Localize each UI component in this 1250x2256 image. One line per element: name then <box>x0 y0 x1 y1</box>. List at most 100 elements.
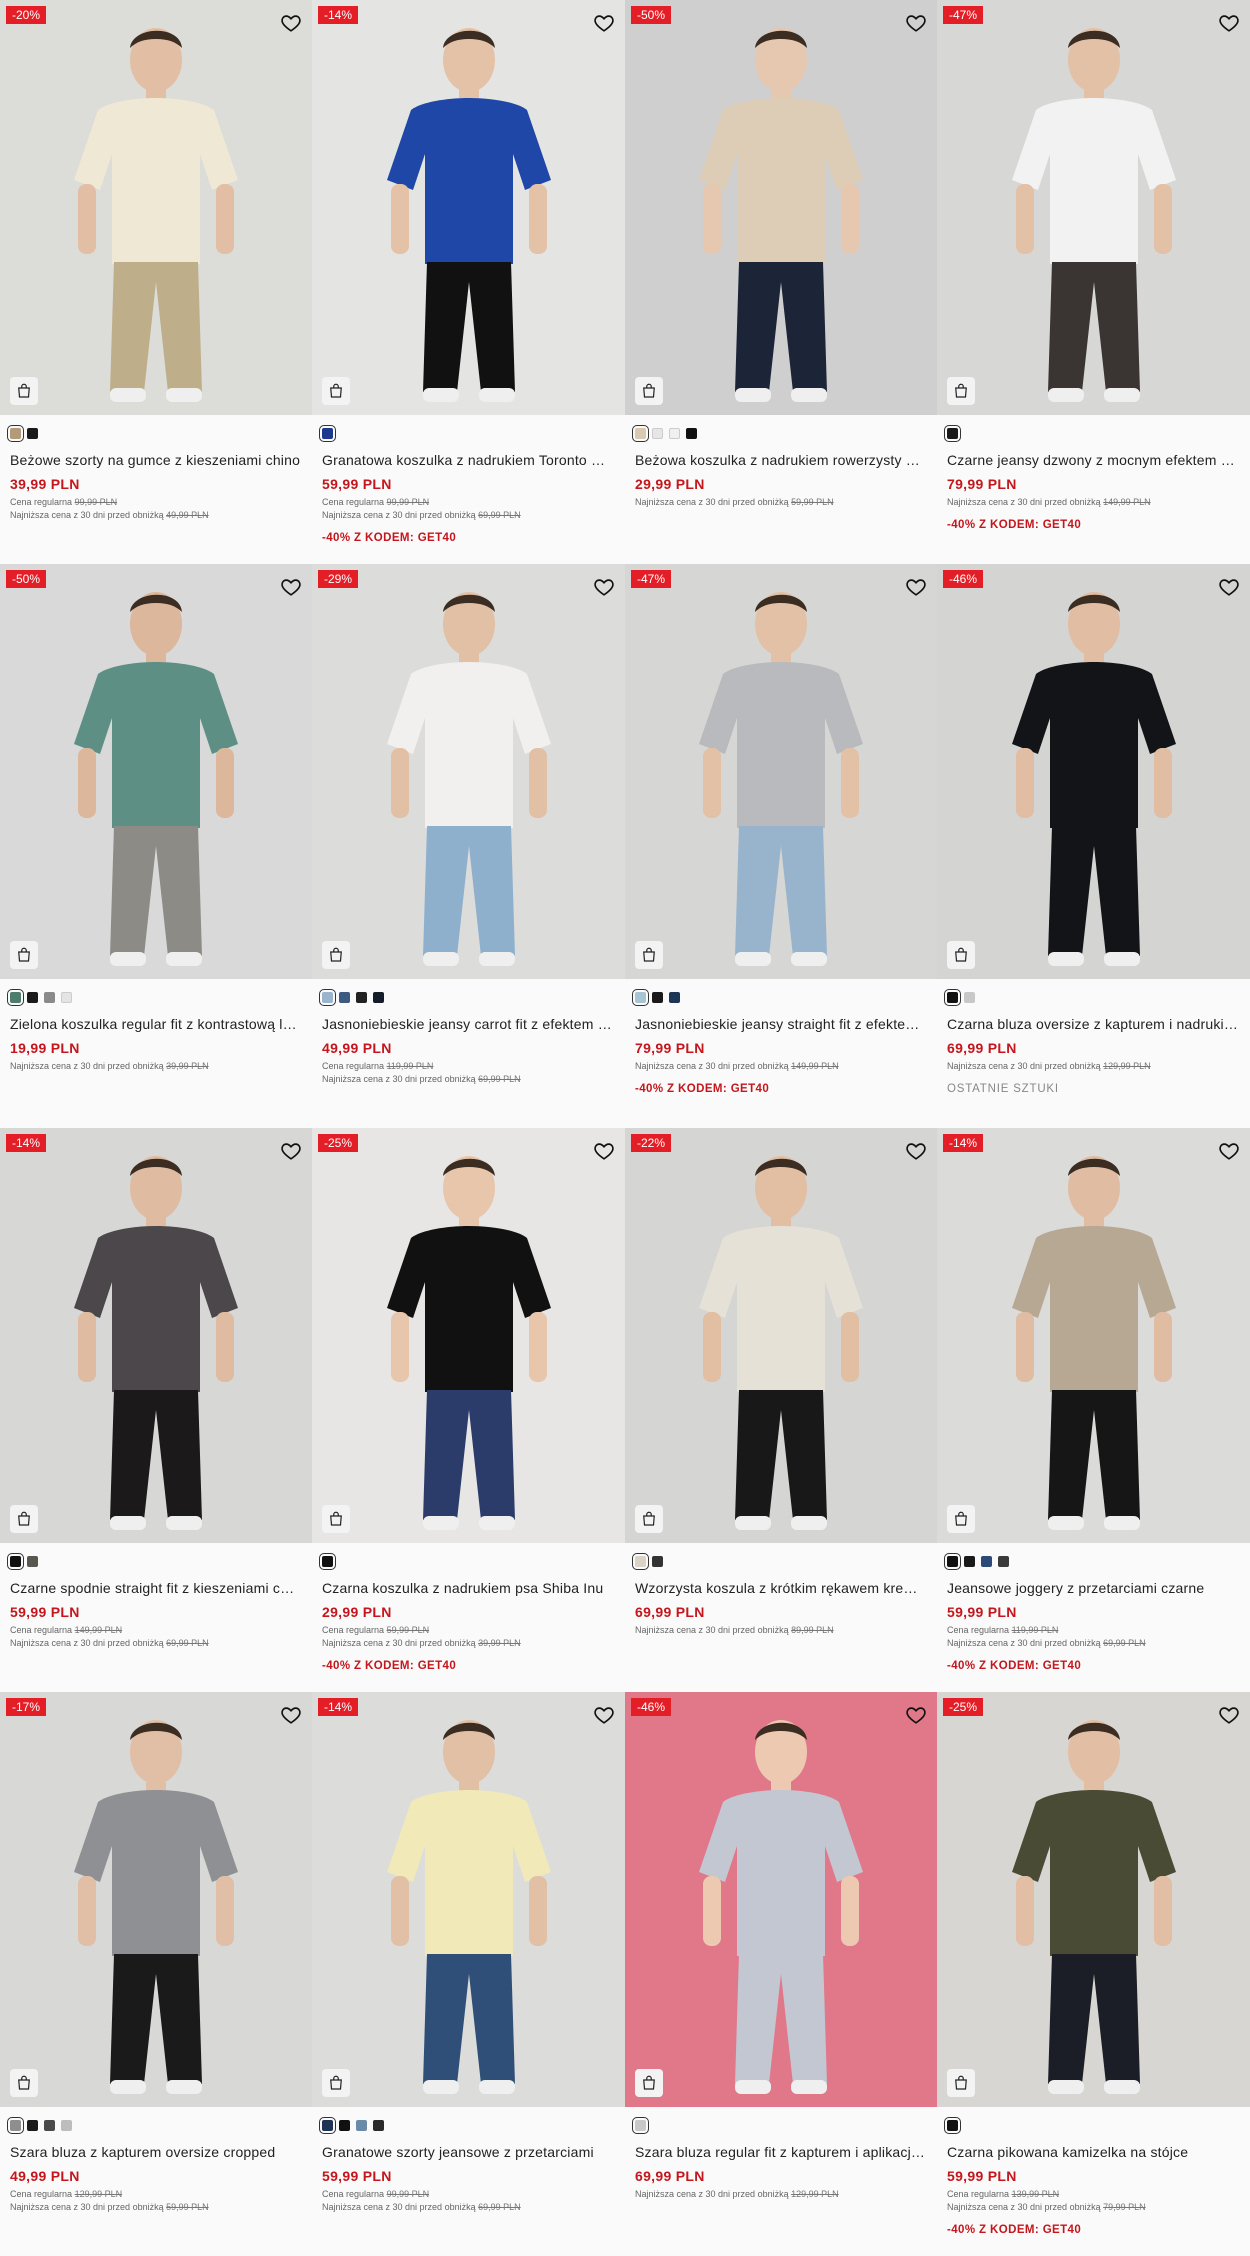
heart-icon[interactable] <box>280 12 302 34</box>
color-swatch[interactable] <box>27 1555 38 1567</box>
color-swatch[interactable] <box>356 991 367 1003</box>
heart-icon[interactable] <box>1218 1140 1240 1162</box>
product-image[interactable]: -46% <box>625 1692 937 2107</box>
product-card[interactable]: -47% Czarne jeansy dzwony z mocnym efekte… <box>937 0 1250 564</box>
product-title[interactable]: Szara bluza z kapturem oversize cropped <box>10 2143 302 2161</box>
product-card[interactable]: -14% Granatowe szorty jeansowe z przetarc… <box>312 1692 625 2256</box>
product-title[interactable]: Beżowa koszulka z nadrukiem rowerzysty n… <box>635 451 927 469</box>
heart-icon[interactable] <box>1218 12 1240 34</box>
product-card[interactable]: -29% Jasnoniebieskie jeansy carrot fit z … <box>312 564 625 1128</box>
shopping-bag-icon[interactable] <box>10 377 38 405</box>
shopping-bag-icon[interactable] <box>947 2069 975 2097</box>
color-swatch[interactable] <box>339 991 350 1003</box>
product-card[interactable]: -20% Beżowe szorty na gumce z kieszeniami… <box>0 0 312 564</box>
product-image[interactable]: -25% <box>312 1128 625 1543</box>
color-swatch[interactable] <box>319 1552 336 1570</box>
color-swatch[interactable] <box>7 2116 24 2134</box>
product-card[interactable]: -46% Czarna bluza oversize z kapturem i n… <box>937 564 1250 1128</box>
heart-icon[interactable] <box>593 1140 615 1162</box>
color-swatch[interactable] <box>373 2119 384 2131</box>
product-image[interactable]: -14% <box>312 0 625 415</box>
heart-icon[interactable] <box>593 12 615 34</box>
product-title[interactable]: Granatowe szorty jeansowe z przetarciami <box>322 2143 615 2161</box>
color-swatch[interactable] <box>669 427 680 439</box>
shopping-bag-icon[interactable] <box>635 941 663 969</box>
color-swatch[interactable] <box>652 1555 663 1567</box>
product-title[interactable]: Granatowa koszulka z nadrukiem Toronto M… <box>322 451 615 469</box>
color-swatch[interactable] <box>998 1555 1009 1567</box>
product-card[interactable]: -17% Szara bluza z kapturem oversize crop… <box>0 1692 312 2256</box>
color-swatch[interactable] <box>944 424 961 442</box>
color-swatch[interactable] <box>319 424 336 442</box>
product-card[interactable]: -50% Beżowa koszulka z nadrukiem rowerzys… <box>625 0 937 564</box>
color-swatch[interactable] <box>669 991 680 1003</box>
product-title[interactable]: Czarne jeansy dzwony z mocnym efektem sp… <box>947 451 1240 469</box>
product-image[interactable]: -25% <box>937 1692 1250 2107</box>
product-image[interactable]: -50% <box>625 0 937 415</box>
product-card[interactable]: -50% Zielona koszulka regular fit z kontr… <box>0 564 312 1128</box>
color-swatch[interactable] <box>27 991 38 1003</box>
product-title[interactable]: Czarna bluza oversize z kapturem i nadru… <box>947 1015 1240 1033</box>
product-title[interactable]: Zielona koszulka regular fit z kontrasto… <box>10 1015 302 1033</box>
product-title[interactable]: Beżowe szorty na gumce z kieszeniami chi… <box>10 451 302 469</box>
product-card[interactable]: -25% Czarna pikowana kamizelka na stójce 5… <box>937 1692 1250 2256</box>
shopping-bag-icon[interactable] <box>322 2069 350 2097</box>
color-swatch[interactable] <box>356 2119 367 2131</box>
product-card[interactable]: -22% Wzorzysta koszula z krótkim rękawem … <box>625 1128 937 1692</box>
product-image[interactable]: -29% <box>312 564 625 979</box>
product-card[interactable]: -47% Jasnoniebieskie jeansy straight fit … <box>625 564 937 1128</box>
color-swatch[interactable] <box>632 424 649 442</box>
heart-icon[interactable] <box>593 576 615 598</box>
product-image[interactable]: -22% <box>625 1128 937 1543</box>
shopping-bag-icon[interactable] <box>10 941 38 969</box>
color-swatch[interactable] <box>632 988 649 1006</box>
color-swatch[interactable] <box>27 2119 38 2131</box>
color-swatch[interactable] <box>319 2116 336 2134</box>
color-swatch[interactable] <box>373 991 384 1003</box>
color-swatch[interactable] <box>944 988 961 1006</box>
color-swatch[interactable] <box>7 424 24 442</box>
shopping-bag-icon[interactable] <box>322 377 350 405</box>
product-title[interactable]: Wzorzysta koszula z krótkim rękawem krem… <box>635 1579 927 1597</box>
product-card[interactable]: -14% Czarne spodnie straight fit z kiesze… <box>0 1128 312 1692</box>
heart-icon[interactable] <box>905 1140 927 1162</box>
product-card[interactable]: -14% Jeansowe joggery z przetarciami czar… <box>937 1128 1250 1692</box>
product-image[interactable]: -20% <box>0 0 312 415</box>
product-title[interactable]: Czarna pikowana kamizelka na stójce <box>947 2143 1240 2161</box>
shopping-bag-icon[interactable] <box>635 2069 663 2097</box>
color-swatch[interactable] <box>944 2116 961 2134</box>
heart-icon[interactable] <box>905 1704 927 1726</box>
color-swatch[interactable] <box>44 991 55 1003</box>
product-title[interactable]: Jasnoniebieskie jeansy carrot fit z efek… <box>322 1015 615 1033</box>
color-swatch[interactable] <box>61 991 72 1003</box>
color-swatch[interactable] <box>981 1555 992 1567</box>
shopping-bag-icon[interactable] <box>10 2069 38 2097</box>
product-card[interactable]: -46% Szara bluza regular fit z kapturem i… <box>625 1692 937 2256</box>
heart-icon[interactable] <box>280 576 302 598</box>
color-swatch[interactable] <box>964 1555 975 1567</box>
product-title[interactable]: Czarne spodnie straight fit z kieszeniam… <box>10 1579 302 1597</box>
shopping-bag-icon[interactable] <box>322 1505 350 1533</box>
shopping-bag-icon[interactable] <box>10 1505 38 1533</box>
product-image[interactable]: -50% <box>0 564 312 979</box>
product-image[interactable]: -14% <box>0 1128 312 1543</box>
color-swatch[interactable] <box>686 427 697 439</box>
heart-icon[interactable] <box>280 1704 302 1726</box>
heart-icon[interactable] <box>905 576 927 598</box>
product-image[interactable]: -17% <box>0 1692 312 2107</box>
product-card[interactable]: -14% Granatowa koszulka z nadrukiem Toron… <box>312 0 625 564</box>
product-image[interactable]: -14% <box>937 1128 1250 1543</box>
heart-icon[interactable] <box>280 1140 302 1162</box>
product-image[interactable]: -47% <box>937 0 1250 415</box>
shopping-bag-icon[interactable] <box>635 1505 663 1533</box>
color-swatch[interactable] <box>652 991 663 1003</box>
product-image[interactable]: -47% <box>625 564 937 979</box>
color-swatch[interactable] <box>964 991 975 1003</box>
color-swatch[interactable] <box>652 427 663 439</box>
shopping-bag-icon[interactable] <box>635 377 663 405</box>
color-swatch[interactable] <box>7 1552 24 1570</box>
color-swatch[interactable] <box>944 1552 961 1570</box>
product-image[interactable]: -14% <box>312 1692 625 2107</box>
product-title[interactable]: Czarna koszulka z nadrukiem psa Shiba In… <box>322 1579 615 1597</box>
color-swatch[interactable] <box>632 1552 649 1570</box>
